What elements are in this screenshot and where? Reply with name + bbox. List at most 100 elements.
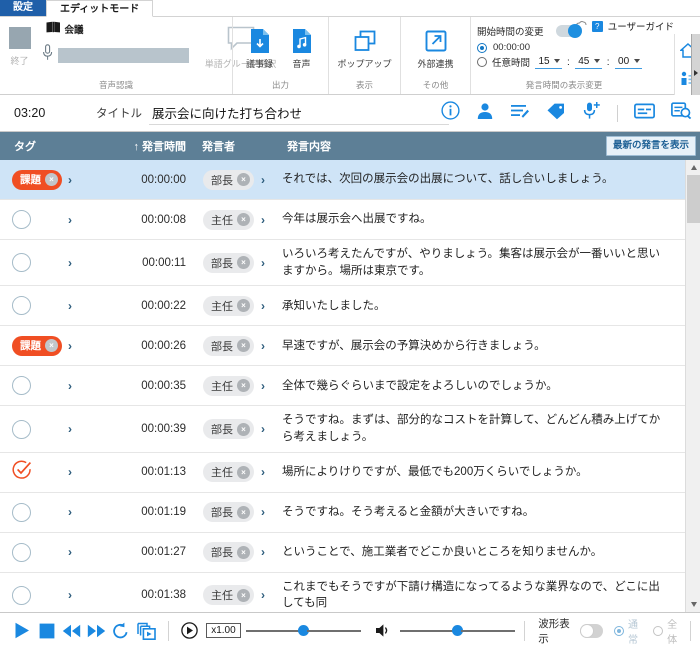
row-tag-expand-chevron[interactable]: ›: [68, 505, 90, 519]
hour-spinner[interactable]: 15: [535, 56, 563, 69]
remove-tag-icon[interactable]: ×: [45, 173, 58, 186]
remove-speaker-icon[interactable]: ×: [237, 422, 250, 436]
column-header-tag[interactable]: タグ: [0, 138, 68, 154]
tag-badge[interactable]: 課題 ×: [12, 335, 62, 356]
chevron-right-icon[interactable]: ›: [261, 299, 265, 313]
export-audio-button[interactable]: 音声: [281, 28, 323, 70]
radio-time-any[interactable]: [477, 57, 487, 67]
remove-speaker-icon[interactable]: ×: [237, 379, 250, 393]
table-row[interactable]: 課題 × › 00:00:00 部長 × › それでは、次回の展示会の出展について、話し合いし…: [0, 160, 685, 200]
speaker-badge[interactable]: 主任 ×: [203, 462, 254, 483]
table-row[interactable]: › 00:01:38 主任 × › これまでもそうですが下請け構造になってるような業界なの…: [0, 572, 685, 612]
add-speaker-mic-icon[interactable]: [582, 101, 601, 125]
second-spinner[interactable]: 00: [614, 56, 642, 69]
word-dictionary-row[interactable]: 会議: [46, 20, 189, 38]
tag-empty-circle-icon[interactable]: [12, 419, 31, 439]
remove-speaker-icon[interactable]: ×: [237, 213, 250, 226]
speaker-badge[interactable]: 主任 ×: [203, 295, 254, 316]
time-option-any-row[interactable]: 任意時間 15 : 45 : 00: [471, 54, 657, 69]
row-tag-expand-chevron[interactable]: ›: [68, 173, 90, 187]
row-speaker-cell[interactable]: 部長 × ›: [186, 252, 282, 273]
chevron-right-icon[interactable]: ›: [261, 465, 265, 479]
tag-empty-circle-icon[interactable]: [12, 376, 31, 396]
row-speaker-cell[interactable]: 主任 × ›: [186, 375, 282, 396]
chevron-right-icon[interactable]: ›: [261, 379, 265, 393]
row-utterance-text[interactable]: 承知いたしました。: [282, 298, 685, 315]
row-speaker-cell[interactable]: 主任 × ›: [186, 209, 282, 230]
repeat-segment-button[interactable]: [134, 618, 159, 644]
speaker-badge[interactable]: 部長 ×: [203, 542, 254, 563]
row-tag-cell[interactable]: [0, 296, 68, 316]
table-row[interactable]: › 00:00:39 部長 × › そうですね。まずは、部分的なコストを計算して、どんどん…: [0, 406, 685, 453]
row-utterance-text[interactable]: 場所によりけりですが、最低でも200万くらいでしょうか。: [282, 464, 685, 481]
remove-speaker-icon[interactable]: ×: [237, 465, 250, 479]
row-tag-cell[interactable]: [0, 253, 68, 273]
row-tag-cell[interactable]: [0, 585, 68, 605]
tab-settings[interactable]: 設定: [0, 0, 46, 16]
row-tag-expand-chevron[interactable]: ›: [68, 299, 90, 313]
row-speaker-cell[interactable]: 部長 × ›: [186, 419, 282, 440]
row-speaker-cell[interactable]: 部長 × ›: [186, 502, 282, 523]
transcript-rows-scroll-area[interactable]: 課題 × › 00:00:00 部長 × › それでは、次回の展示会の出展について、話し合いし…: [0, 160, 685, 612]
speaker-badge[interactable]: 主任 ×: [203, 585, 254, 606]
popup-button[interactable]: ポップアップ: [336, 28, 394, 70]
row-tag-expand-chevron[interactable]: ›: [68, 545, 90, 559]
speed-slider[interactable]: [245, 625, 361, 636]
remove-speaker-icon[interactable]: ×: [237, 299, 250, 313]
replay-button[interactable]: [109, 618, 134, 644]
row-tag-cell[interactable]: 課題 ×: [0, 169, 68, 190]
row-tag-cell[interactable]: [0, 502, 68, 522]
table-row[interactable]: › 00:00:08 主任 × › 今年は展示会へ出展ですね。: [0, 200, 685, 240]
export-minutes-button[interactable]: 議事録: [239, 28, 281, 70]
row-tag-expand-chevron[interactable]: ›: [68, 213, 90, 227]
row-utterance-text[interactable]: 今年は展示会へ出展ですね。: [282, 211, 685, 228]
row-tag-cell[interactable]: [0, 376, 68, 396]
waveform-mode-normal[interactable]: 通常: [614, 616, 642, 646]
remove-speaker-icon[interactable]: ×: [237, 256, 250, 270]
remove-speaker-icon[interactable]: ×: [237, 505, 250, 519]
volume-slider[interactable]: [400, 625, 516, 636]
speaker-badge[interactable]: 部長 ×: [203, 252, 254, 273]
remove-speaker-icon[interactable]: ×: [237, 545, 250, 559]
tag-empty-circle-icon[interactable]: [12, 253, 31, 273]
chevron-right-icon[interactable]: ›: [261, 256, 265, 270]
table-row[interactable]: › 00:00:22 主任 × › 承知いたしました。: [0, 286, 685, 327]
end-button[interactable]: 終了: [0, 25, 42, 67]
external-link-button[interactable]: 外部連携: [407, 28, 465, 70]
row-utterance-text[interactable]: これまでもそうですが下請け構造になってるような業界なので、どこに出しても同: [282, 579, 685, 612]
meeting-title-input[interactable]: 展示会に向けた打ち合わせ: [149, 101, 449, 125]
speaker-badge[interactable]: 主任 ×: [203, 209, 254, 230]
rewind-button[interactable]: [60, 618, 85, 644]
row-speaker-cell[interactable]: 主任 × ›: [186, 462, 282, 483]
row-tag-expand-chevron[interactable]: ›: [68, 422, 90, 436]
time-option-zero-row[interactable]: 00:00:00: [471, 40, 657, 54]
row-tag-expand-chevron[interactable]: ›: [68, 588, 90, 602]
waveform-display-toggle[interactable]: [579, 623, 604, 638]
tag-empty-circle-icon[interactable]: [12, 585, 31, 605]
tag-empty-circle-icon[interactable]: [12, 210, 31, 229]
play-button[interactable]: [10, 618, 35, 644]
table-row[interactable]: › 00:01:19 部長 × › そうですね。そう考えると金額が大きいですね。: [0, 492, 685, 533]
chevron-right-icon[interactable]: ›: [261, 213, 265, 227]
tag-empty-circle-icon[interactable]: [12, 502, 31, 522]
table-row[interactable]: › 00:00:35 主任 × › 全体で幾らぐらいまで設定をよろしいのでしょうか。: [0, 366, 685, 407]
speaker-badge[interactable]: 部長 ×: [203, 502, 254, 523]
chevron-right-icon[interactable]: ›: [261, 173, 265, 187]
start-time-change-toggle[interactable]: [555, 24, 582, 38]
remove-speaker-icon[interactable]: ×: [237, 173, 250, 186]
transcript-scrollbar[interactable]: [685, 160, 700, 612]
scrollbar-thumb[interactable]: [687, 175, 700, 223]
stop-playback-button[interactable]: [35, 618, 60, 644]
row-tag-expand-chevron[interactable]: ›: [68, 256, 90, 270]
row-speaker-cell[interactable]: 主任 × ›: [186, 585, 282, 606]
row-utterance-text[interactable]: いろいろ考えたんですが、やりましょう。集客は展示会が一番いいと思いますから。場所…: [282, 246, 685, 279]
row-tag-cell[interactable]: [0, 210, 68, 229]
info-icon[interactable]: [441, 101, 460, 125]
tag-checked-icon[interactable]: [12, 460, 32, 485]
chevron-right-icon[interactable]: ›: [261, 505, 265, 519]
tag-empty-circle-icon[interactable]: [12, 542, 31, 562]
row-utterance-text[interactable]: それでは、次回の展示会の出展について、話し合いしましょう。: [282, 171, 685, 188]
recognition-text-field[interactable]: [57, 47, 189, 63]
table-row[interactable]: › 00:01:27 部長 × › ということで、施工業者でどこか良いところを知りませんか…: [0, 532, 685, 573]
playback-speed-icon[interactable]: [177, 618, 202, 644]
